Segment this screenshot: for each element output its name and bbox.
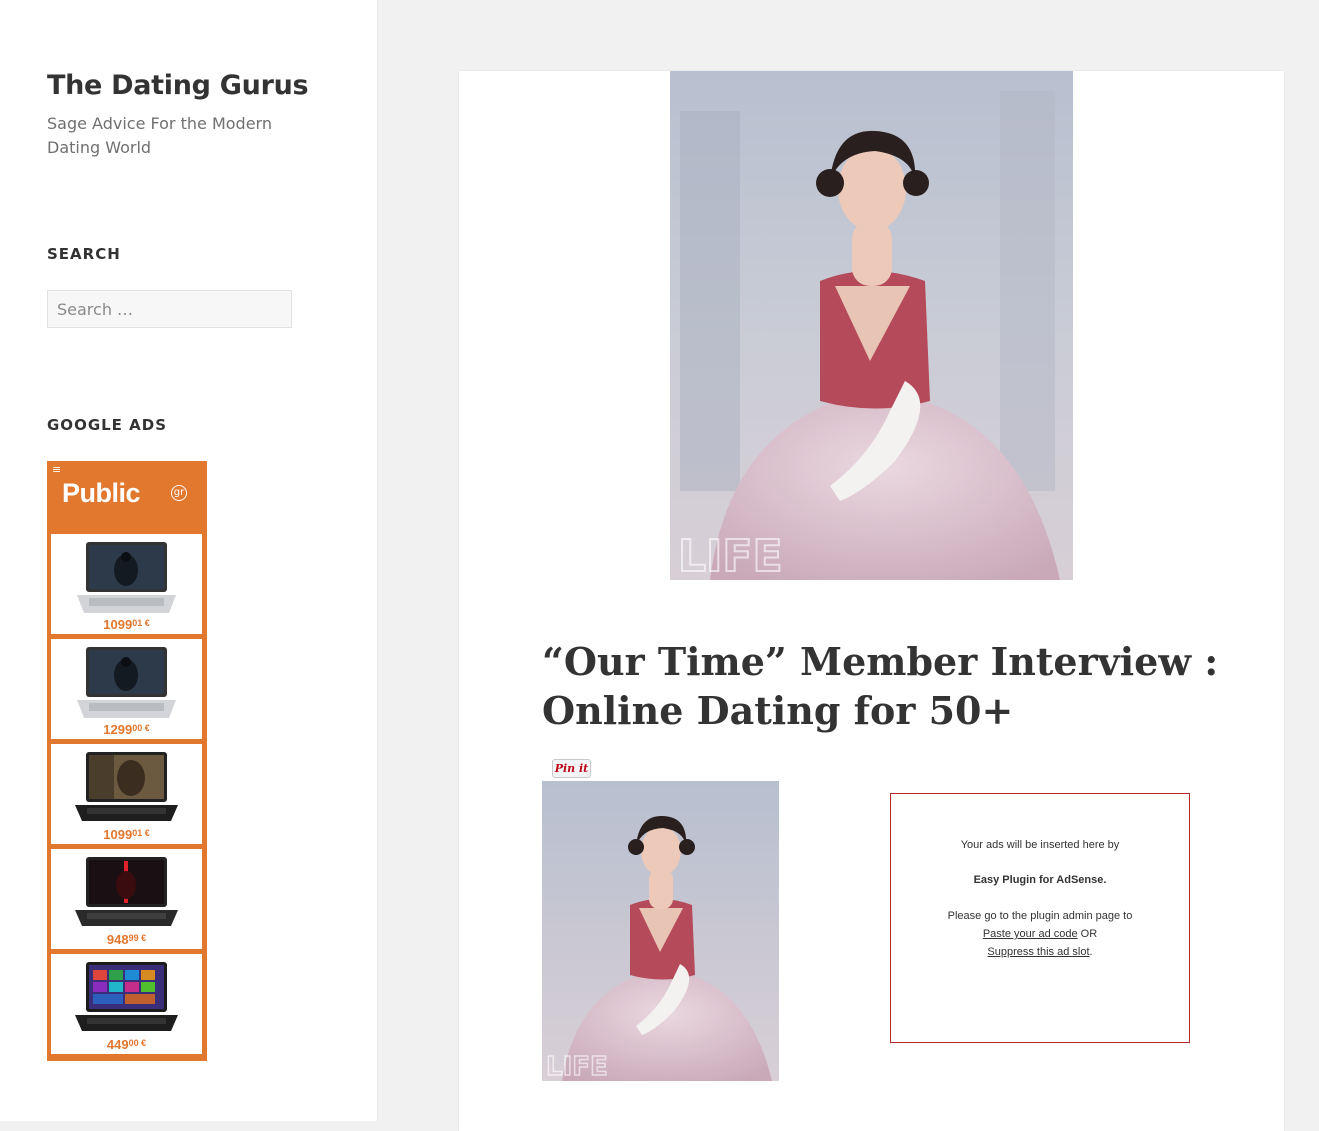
ad-price: 129900 € [103, 722, 150, 737]
featured-image[interactable]: LIFE [670, 71, 1073, 580]
laptop-image [75, 857, 178, 926]
ad-price: 109901 € [103, 617, 150, 632]
ad-price: 109901 € [103, 827, 150, 842]
laptop-image [77, 542, 176, 613]
ad-product-item[interactable]: 44900 € [51, 954, 202, 1054]
menu-icon[interactable]: ≡ [52, 464, 61, 475]
ads-widget-title: GOOGLE ADS [47, 416, 168, 434]
watermark-text: LIFE [678, 531, 783, 580]
ad-product-item[interactable]: 94899 € [51, 849, 202, 949]
ad-price: 94899 € [106, 932, 147, 947]
search-widget-title: SEARCH [47, 245, 121, 263]
site-description: Sage Advice For the Modern Dating World [47, 114, 272, 157]
adsense-placeholder: Your ads will be inserted here by Easy P… [890, 793, 1190, 1043]
post-article: LIFE “Our Time” Member Interview : Onlin… [459, 71, 1284, 1131]
public-ad-banner[interactable]: ≡ Public gr 109901 € 129900 € 109901 € 9… [47, 461, 207, 1061]
laptop-image [75, 752, 178, 821]
post-thumbnail-image[interactable]: LIFE [542, 781, 779, 1081]
search-box [47, 290, 292, 328]
adsense-line-3: Please go to the plugin admin page to [947, 910, 1133, 922]
laptop-image [75, 962, 178, 1031]
paste-ad-code-link[interactable]: Paste your ad code [983, 928, 1078, 940]
site-title[interactable]: The Dating Gurus [47, 70, 309, 101]
public-logo[interactable]: Public [62, 478, 141, 509]
post-title[interactable]: “Our Time” Member Interview : Online Dat… [542, 637, 1222, 735]
ad-product-item[interactable]: 109901 € [51, 534, 202, 634]
ad-product-item[interactable]: 129900 € [51, 639, 202, 739]
sidebar: The Dating Gurus Sage Advice For the Mod… [0, 0, 377, 1121]
pinit-button[interactable]: Pin it [552, 759, 591, 778]
public-logo-suffix: gr [171, 485, 187, 501]
laptop-image [77, 647, 176, 718]
adsense-line-1: Your ads will be inserted here by [960, 839, 1120, 851]
ad-product-item[interactable]: 109901 € [51, 744, 202, 844]
suppress-ad-slot-link[interactable]: Suppress this ad slot [987, 946, 1089, 958]
adsense-line-5: Suppress this ad slot. [987, 946, 1093, 958]
ad-price: 44900 € [106, 1037, 147, 1052]
adsense-line-4: Paste your ad code OR [982, 928, 1098, 940]
adsense-line-2: Easy Plugin for AdSense. [973, 874, 1107, 886]
search-input[interactable] [48, 291, 291, 327]
watermark-text: LIFE [546, 1052, 608, 1081]
